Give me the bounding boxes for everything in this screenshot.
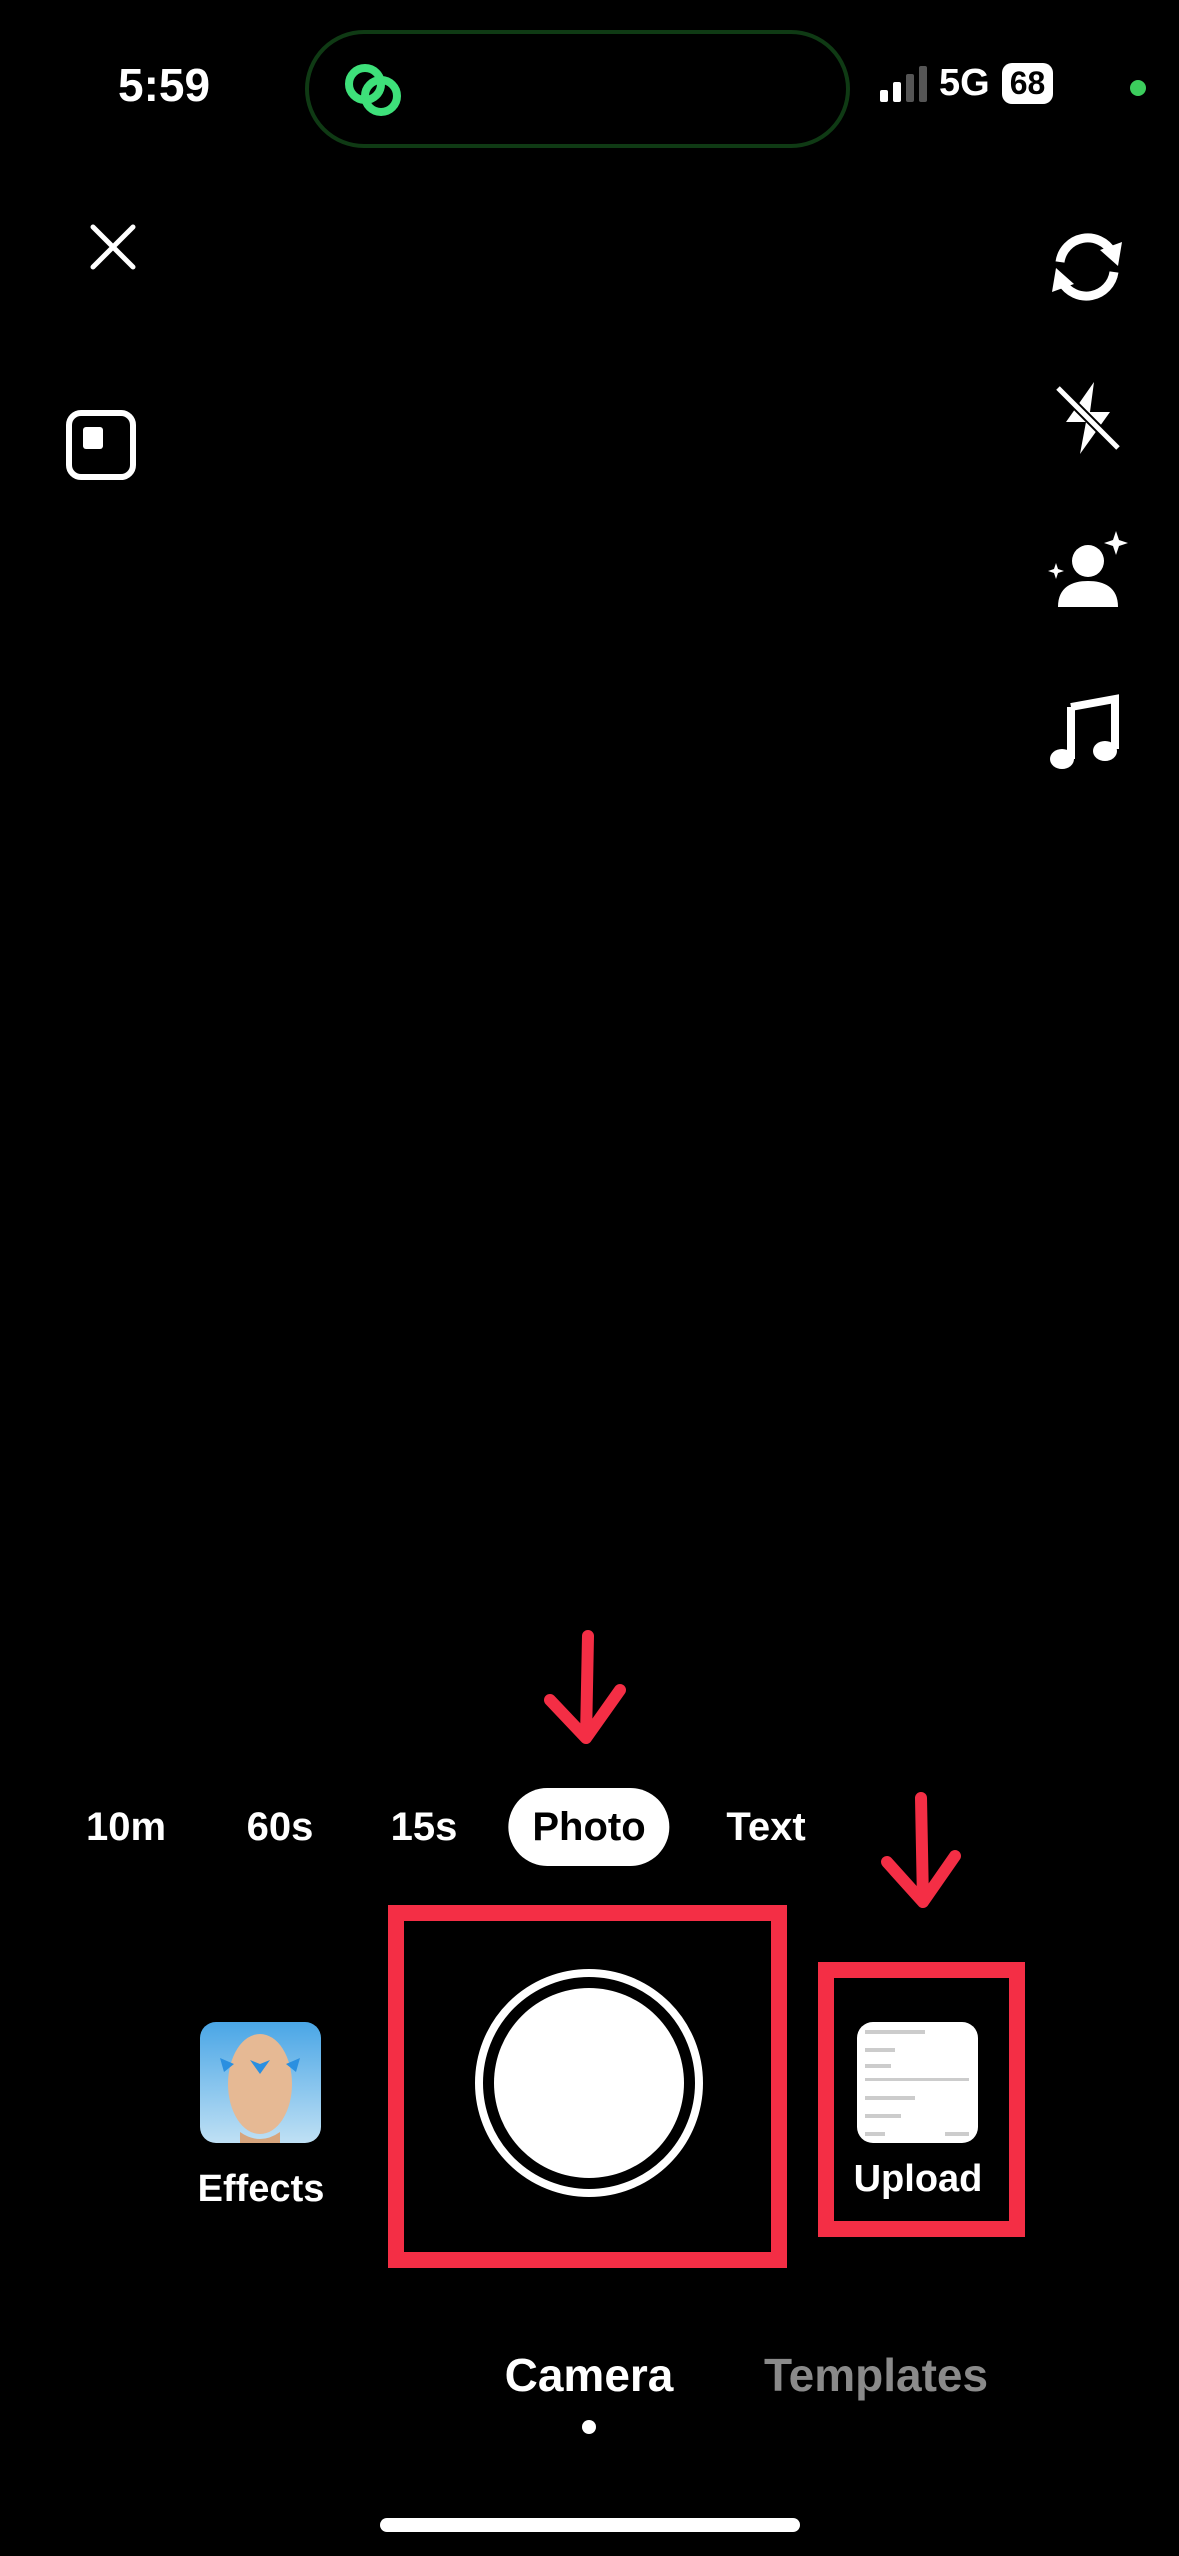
active-tab-indicator	[582, 2420, 596, 2434]
enhance-person-icon[interactable]	[1042, 525, 1132, 615]
tab-templates[interactable]: Templates	[764, 2348, 988, 2402]
tab-camera[interactable]: Camera	[505, 2348, 674, 2402]
status-time: 5:59	[118, 59, 211, 111]
upload-label: Upload	[853, 2158, 983, 2200]
privacy-indicator	[1130, 80, 1146, 96]
upload-button[interactable]	[857, 2022, 978, 2143]
battery-icon: 68	[1001, 63, 1054, 104]
mode-10m[interactable]: 10m	[86, 1788, 166, 1866]
shutter-inner	[494, 1988, 684, 2178]
battery-level: 68	[1009, 65, 1046, 101]
music-note-icon[interactable]	[1042, 690, 1128, 776]
network-type: 5G	[939, 62, 990, 104]
effects-label: Effects	[197, 2168, 325, 2210]
status-indicators: 5G 68	[880, 62, 1054, 105]
upload-thumbnail-preview	[865, 2030, 969, 2136]
mode-text[interactable]: Text	[726, 1788, 805, 1866]
signal-icon	[880, 65, 927, 102]
dynamic-island	[305, 30, 850, 148]
flip-camera-icon[interactable]	[1040, 220, 1134, 314]
annotation-arrow-icon	[544, 1630, 626, 1744]
mode-selector: 10m 60s 15s Photo Text	[0, 1788, 1179, 1866]
shutter-button[interactable]	[475, 1969, 703, 2197]
mode-15s[interactable]: 15s	[391, 1788, 458, 1866]
link-icon	[345, 64, 401, 116]
effects-face-icon	[220, 2034, 300, 2143]
square-layout-icon[interactable]	[64, 408, 138, 482]
close-icon[interactable]	[83, 217, 143, 277]
mode-60s[interactable]: 60s	[247, 1788, 314, 1866]
home-indicator[interactable]	[380, 2518, 800, 2532]
mode-photo[interactable]: Photo	[508, 1788, 670, 1866]
flash-off-icon[interactable]	[1045, 375, 1131, 461]
effects-button[interactable]	[200, 2022, 321, 2143]
